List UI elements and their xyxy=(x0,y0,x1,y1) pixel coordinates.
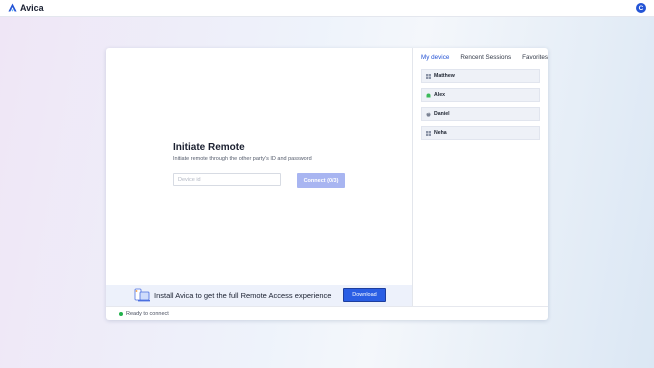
list-item[interactable]: Daniel xyxy=(421,107,540,121)
connect-button[interactable]: Connect (0/3) xyxy=(297,173,345,188)
device-panel: My device Rencent Sessions Favorites Mat… xyxy=(412,48,548,306)
device-name: Daniel xyxy=(434,111,450,117)
status-indicator-icon xyxy=(119,312,123,316)
download-button[interactable]: Download xyxy=(343,288,386,302)
device-id-input[interactable] xyxy=(173,173,281,186)
devices-illustration-icon xyxy=(134,288,150,308)
initiate-remote-panel: Initiate Remote Initiate remote through … xyxy=(106,48,412,306)
install-promo-banner: Install Avica to get the full Remote Acc… xyxy=(106,285,412,306)
device-tabs: My device Rencent Sessions Favorites xyxy=(421,54,548,64)
brand-logo[interactable]: Avica xyxy=(8,2,44,14)
tab-recent-sessions[interactable]: Rencent Sessions xyxy=(460,54,511,64)
android-icon xyxy=(426,93,431,98)
windows-icon xyxy=(426,73,431,79)
top-bar: Avica C xyxy=(0,0,654,17)
user-avatar[interactable]: C xyxy=(636,3,646,13)
remote-card: Initiate Remote Initiate remote through … xyxy=(106,48,548,320)
device-list: Matthew Alex Daniel Neha xyxy=(421,69,540,145)
apple-icon xyxy=(426,111,431,117)
page-subtitle: Initiate remote through the other party'… xyxy=(173,156,312,162)
tab-my-device[interactable]: My device xyxy=(421,54,449,64)
device-name: Alex xyxy=(434,92,445,98)
brand-name: Avica xyxy=(20,3,44,13)
device-name: Matthew xyxy=(434,73,455,79)
status-text: Ready to connect xyxy=(126,311,169,317)
status-bar: Ready to connect xyxy=(106,306,548,320)
tab-favorites[interactable]: Favorites xyxy=(522,54,548,64)
device-name: Neha xyxy=(434,130,447,136)
page-title: Initiate Remote xyxy=(173,142,245,153)
list-item[interactable]: Neha xyxy=(421,126,540,140)
avica-logo-icon xyxy=(8,0,17,17)
list-item[interactable]: Alex xyxy=(421,88,540,102)
promo-text: Install Avica to get the full Remote Acc… xyxy=(154,291,332,300)
list-item[interactable]: Matthew xyxy=(421,69,540,83)
windows-icon xyxy=(426,130,431,136)
